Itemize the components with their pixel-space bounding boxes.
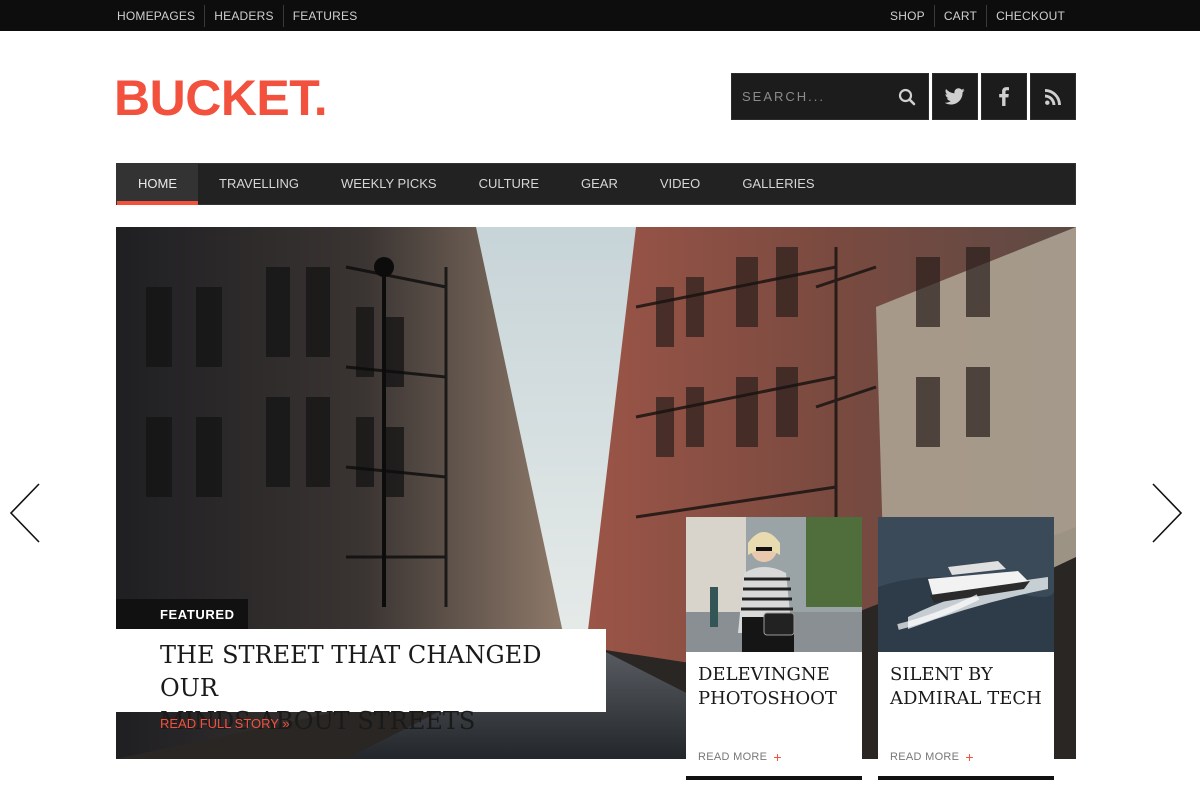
logo-dot: .: [313, 70, 328, 126]
facebook-icon: [999, 87, 1009, 106]
search-box: [731, 73, 929, 120]
read-more-link[interactable]: READ MORE +: [890, 748, 974, 765]
twitter-icon: [945, 88, 965, 105]
nav-item-home[interactable]: HOME: [117, 164, 198, 205]
yacht-photo: [878, 517, 1054, 652]
card-thumbnail[interactable]: [878, 517, 1054, 652]
site-logo[interactable]: BUCKET.: [114, 70, 328, 126]
rss-button[interactable]: [1030, 73, 1076, 120]
read-full-story-link[interactable]: READ FULL STORY »: [160, 716, 290, 731]
article-card-silent-admiral[interactable]: SILENT BY ADMIRAL TECH READ MORE +: [878, 517, 1054, 780]
card-title-line1: SILENT BY: [890, 664, 993, 685]
search-icon[interactable]: [898, 88, 916, 106]
card-title-line2: PHOTOSHOOT: [698, 688, 837, 709]
card-bottom-border: [878, 776, 1054, 780]
card-title[interactable]: DELEVINGNE PHOTOSHOOT: [698, 663, 837, 711]
fashion-photo: [686, 517, 862, 652]
featured-tag: FEATURED: [116, 599, 248, 630]
nav-item-travelling[interactable]: TRAVELLING: [198, 164, 320, 204]
logo-text: BUCKET: [114, 70, 314, 126]
nav-item-galleries[interactable]: GALLERIES: [721, 164, 835, 204]
facebook-button[interactable]: [981, 73, 1027, 120]
nav-item-weekly-picks[interactable]: WEEKLY PICKS: [320, 164, 458, 204]
headline-box[interactable]: THE STREET THAT CHANGED OUR MINDS ABOUT …: [116, 629, 606, 735]
nav-item-video[interactable]: VIDEO: [639, 164, 721, 204]
card-thumbnail[interactable]: [686, 517, 862, 652]
top-link-shop[interactable]: SHOP: [881, 5, 934, 27]
top-link-checkout[interactable]: CHECKOUT: [986, 4, 1074, 27]
plus-icon: +: [965, 748, 974, 765]
card-title[interactable]: SILENT BY ADMIRAL TECH: [890, 663, 1042, 711]
top-link-homepages[interactable]: HOMEPAGES: [108, 5, 204, 27]
card-title-line2: ADMIRAL TECH: [890, 688, 1042, 709]
plus-icon: +: [773, 748, 782, 765]
read-more-label: READ MORE: [890, 751, 960, 763]
next-arrow-icon[interactable]: [1150, 482, 1184, 544]
top-link-headers[interactable]: HEADERS: [204, 4, 282, 27]
top-link-features[interactable]: FEATURES: [282, 4, 367, 27]
main-navigation: HOME TRAVELLING WEEKLY PICKS CULTURE GEA…: [116, 163, 1076, 205]
rss-icon: [1045, 88, 1061, 105]
top-bar: HOMEPAGES HEADERS FEATURES SHOP CART CHE…: [0, 0, 1200, 31]
top-bar-left-links: HOMEPAGES HEADERS FEATURES: [108, 0, 366, 31]
hero-headline-line1: THE STREET THAT CHANGED OUR: [160, 641, 542, 702]
top-bar-right-links: SHOP CART CHECKOUT: [881, 0, 1074, 31]
card-title-line1: DELEVINGNE: [698, 664, 830, 685]
read-more-label: READ MORE: [698, 751, 768, 763]
top-link-cart[interactable]: CART: [933, 4, 986, 27]
search-input[interactable]: [742, 74, 892, 119]
nav-item-culture[interactable]: CULTURE: [458, 164, 560, 204]
read-more-link[interactable]: READ MORE +: [698, 748, 782, 765]
nav-item-gear[interactable]: GEAR: [560, 164, 639, 204]
previous-arrow-icon[interactable]: [8, 482, 42, 544]
twitter-button[interactable]: [932, 73, 978, 120]
article-card-delevingne[interactable]: DELEVINGNE PHOTOSHOOT READ MORE +: [686, 517, 862, 780]
card-bottom-border: [686, 776, 862, 780]
